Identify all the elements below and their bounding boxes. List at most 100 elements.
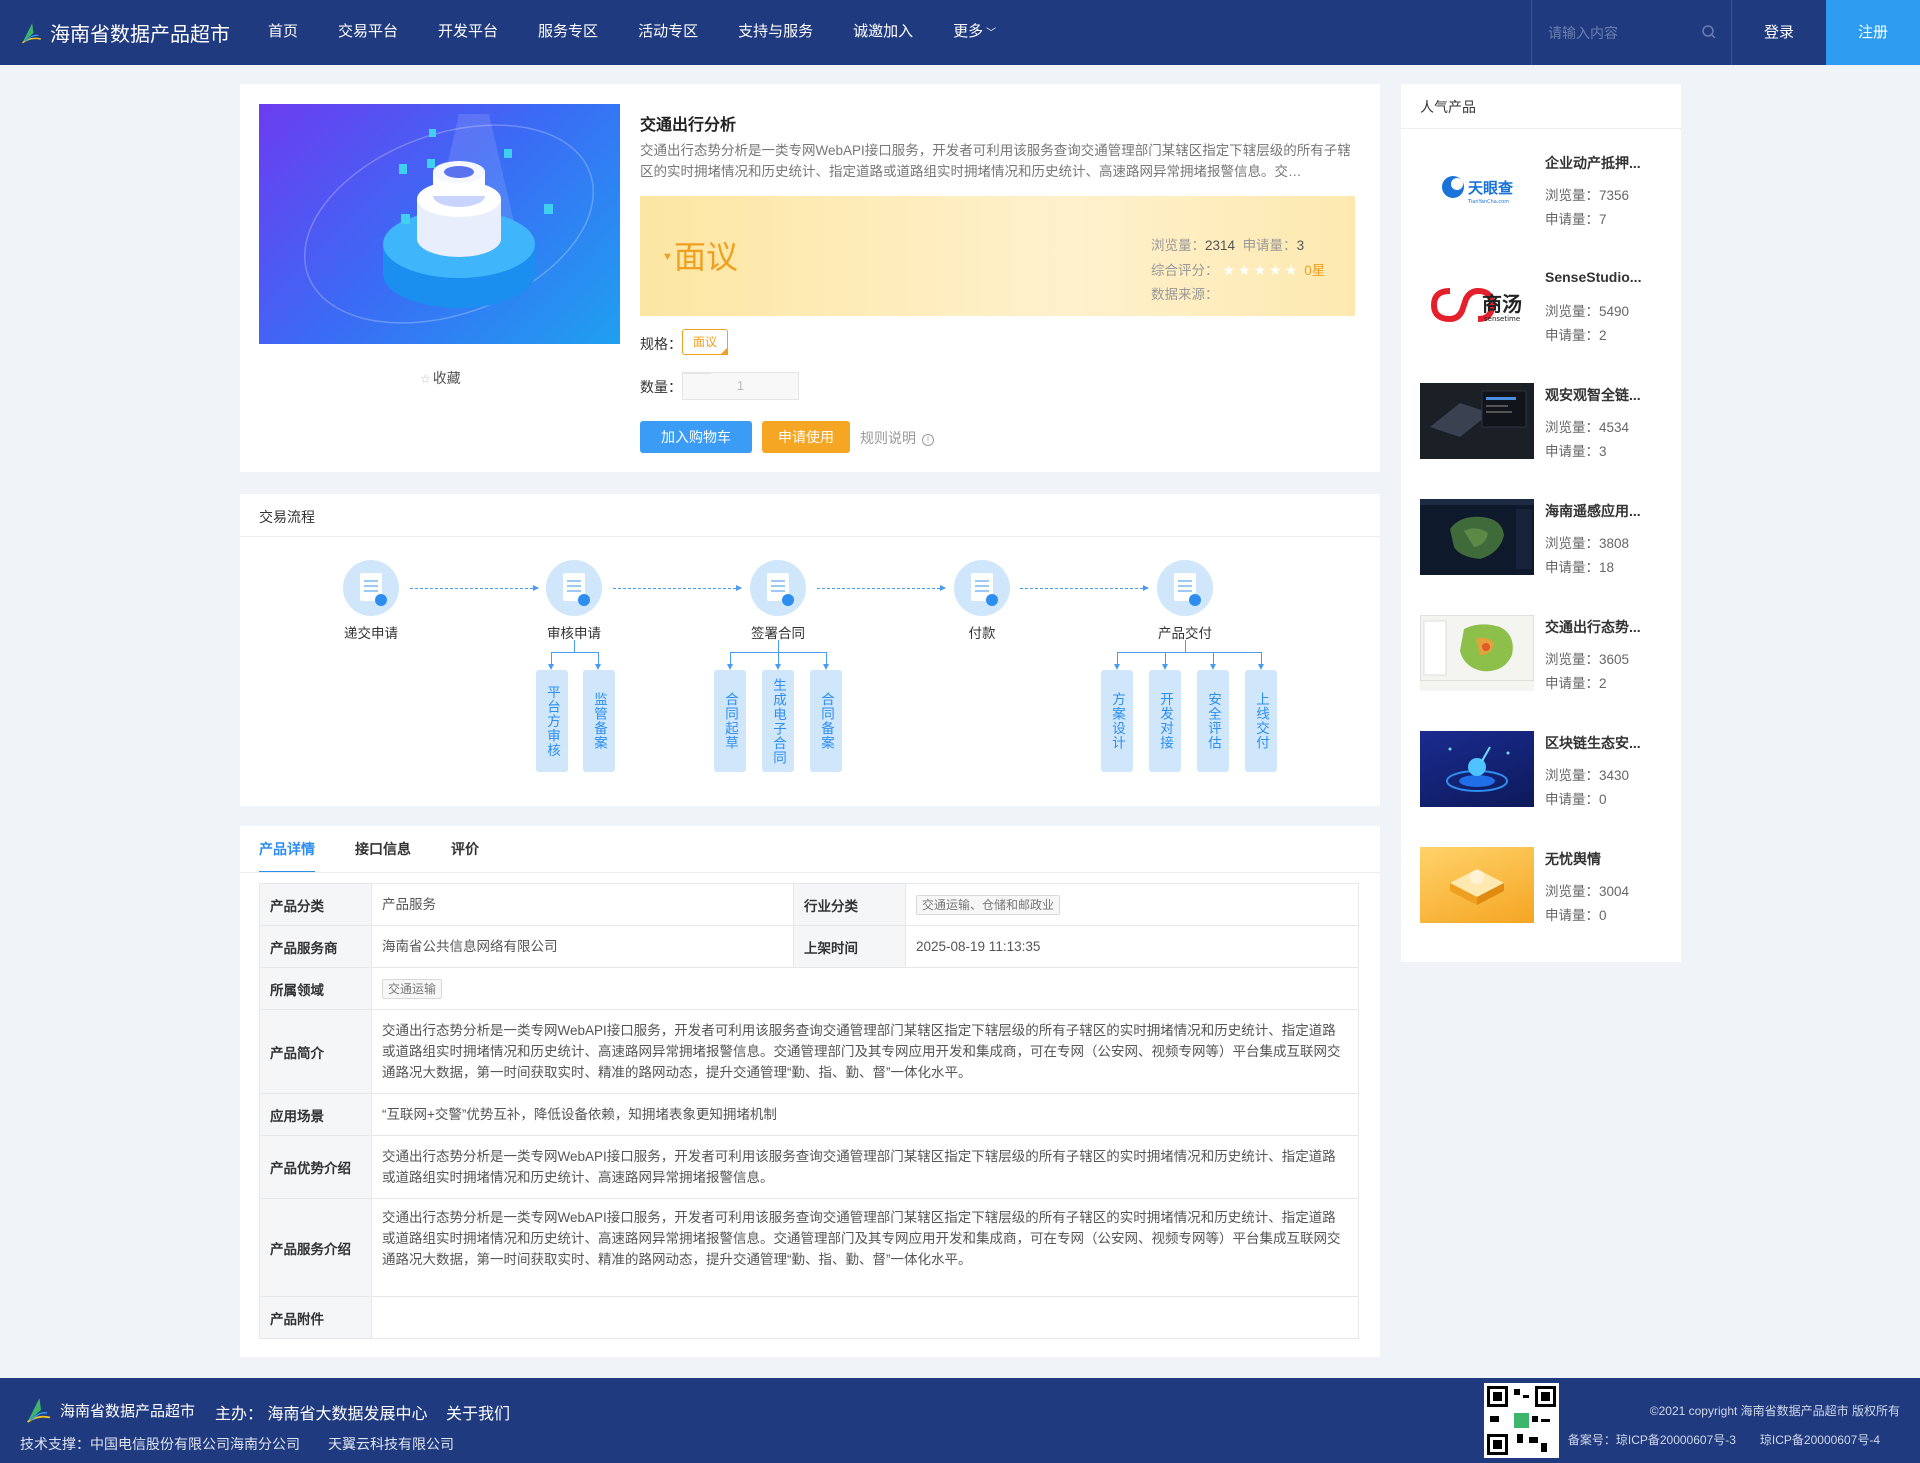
flow-step-contract: 签署合同 [728,560,828,642]
dashboard-screenshot-icon [1420,383,1534,443]
flow-arrow [410,585,539,591]
register-button[interactable]: 注册 [1826,0,1920,65]
product-applies: 申请量：2 [1545,672,1607,692]
popular-item[interactable]: 交通出行态势... 浏览量：3605 申请量：2 [1420,615,1670,695]
logo-text: 商汤 [1482,292,1522,316]
source-label: 数据来源： [1151,287,1219,302]
views-label: 浏览量： [1545,768,1599,783]
chevron-down-icon: ﹀ [986,28,997,39]
nav-service[interactable]: 服务专区 [518,0,618,66]
table-row: 应用场景 “互联网+交警”优势互补，降低设备依赖，知拥堵表象更知拥堵机制 [259,1093,1359,1136]
product-title: 交通出行分析 [640,117,737,134]
quantity-value[interactable]: 1 [683,373,798,399]
stats-row-1: 浏览量：2314 申请量：3 [1151,234,1325,258]
product-name: 观安观智全链... [1545,387,1641,403]
substep-solution-design: 方案设计 [1101,670,1133,772]
login-button[interactable]: 登录 [1733,0,1825,65]
nav-trade[interactable]: 交易平台 [318,0,418,66]
applies-label: 申请量： [1545,792,1599,807]
about-link[interactable]: 关于我们 [446,1400,510,1424]
popular-item[interactable]: 观安观智全链... 浏览量：4534 申请量：3 [1420,383,1670,463]
favorite-label: 收藏 [432,370,461,386]
tab-api-info[interactable]: 接口信息 [355,826,411,872]
icp-record: 备案号：琼ICP备20000607号-3 琼ICP备20000607号-4 [1567,1433,1880,1447]
product-thumbnail: 商汤 sensetime [1420,267,1534,343]
nav-dev[interactable]: 开发平台 [418,0,518,66]
tab-reviews[interactable]: 评价 [451,826,479,872]
product-detail-panel: 产品详情 接口信息 评价 产品分类 产品服务 行业分类 交通运输、仓储和邮政业 … [240,826,1380,1357]
product-name: 交通出行态势... [1545,619,1641,635]
product-image [259,104,620,344]
table-key: 产品简介 [259,1009,372,1094]
popular-item[interactable]: 区块链生态安... 浏览量：3430 申请量：0 [1420,731,1670,811]
substep-launch-delivery: 上线交付 [1245,670,1277,772]
popular-item[interactable]: 无忧舆情 浏览量：3004 申请量：0 [1420,847,1670,927]
price-box: ▼ 面议 浏览量：2314 申请量：3 综合评分： ★★★★★ 0星 数据来源： [640,196,1355,316]
table-key: 上架时间 [793,925,906,968]
table-value: 交通出行态势分析是一类专网WebAPI接口服务，开发者可利用该服务查询交通管理部… [371,1009,1359,1094]
applies-label: 申请量： [1545,560,1599,575]
submit-doc-icon [343,560,399,616]
views-value: 7356 [1599,188,1630,203]
product-views: 浏览量：4534 [1545,416,1629,436]
tab-product-detail[interactable]: 产品详情 [259,826,315,873]
table-row: 产品服务商 海南省公共信息网络有限公司 上架时间 2025-08-19 11:1… [259,925,1359,968]
table-key: 产品分类 [259,883,372,926]
nav-home[interactable]: 首页 [248,0,318,66]
rules-link[interactable]: 规则说明! [860,428,934,448]
island-map-icon [1420,499,1534,573]
applies-label: 申请量： [1545,908,1599,923]
flow-title: 交易流程 [259,509,315,525]
nav-join[interactable]: 诚邀加入 [833,0,933,66]
footer-brand[interactable]: 海南省数据产品超市 [24,1395,195,1425]
views-value: 3808 [1599,536,1630,551]
price-arrow-icon: ▼ [662,251,673,263]
step-label: 递交申请 [344,626,398,641]
step-label: 签署合同 [751,626,805,641]
product-name: 无忧舆情 [1545,851,1601,867]
spec-option[interactable]: 面议 [682,329,728,355]
substep-security-assessment: 安全评估 [1197,670,1229,772]
brand[interactable]: 海南省数据产品超市 [20,13,230,53]
nav-support[interactable]: 支持与服务 [718,0,833,66]
apply-button[interactable]: 申请使用 [762,421,850,453]
database-illustration [303,114,595,324]
quantity-stepper[interactable]: 1 [682,372,799,400]
trade-flow-panel: 交易流程 递交申请 审核申请 签署合同 付款 产品交付 平台方审核 监管备案 合… [240,494,1380,806]
step-label: 审核申请 [547,626,601,641]
footer: 海南省数据产品超市 主办： 海南省大数据发展中心 关于我们 技术支撑：中国电信股… [0,1378,1920,1463]
flow-step-review: 审核申请 [524,560,624,642]
substep-supervision-filing: 监管备案 [583,670,615,772]
stats-row-2: 综合评分： ★★★★★ 0星 [1151,258,1325,283]
table-row: 产品分类 产品服务 行业分类 交通运输、仓储和邮政业 [259,883,1359,926]
quantity-increase-button[interactable] [684,373,711,374]
views-label: 浏览量： [1545,420,1599,435]
applies-value: 3 [1296,238,1305,253]
table-key: 产品优势介绍 [259,1135,372,1199]
popular-item[interactable]: 海南遥感应用... 浏览量：3808 申请量：18 [1420,499,1670,579]
search-icon[interactable] [1701,24,1717,40]
product-name: SenseStudio... [1545,269,1642,285]
popular-products-sidebar: 人气产品 天眼查 TianYanCha.com 企业动产抵押... 浏览量：73… [1401,84,1681,962]
nav-activity[interactable]: 活动专区 [618,0,718,66]
popular-item[interactable]: 天眼查 TianYanCha.com 企业动产抵押... 浏览量：7356 申请… [1420,151,1670,231]
favorite-button[interactable]: ☆ 收藏 [420,368,461,388]
brand-title: 海南省数据产品超市 [50,24,230,46]
applies-value: 0 [1599,792,1607,807]
table-value: 海南省公共信息网络有限公司 [371,925,794,968]
views-value: 3605 [1599,652,1630,667]
search-input[interactable] [1548,24,1708,41]
footer-brand-title: 海南省数据产品超市 [60,1402,196,1420]
add-to-cart-button[interactable]: 加入购物车 [640,421,752,453]
substep-contract-draft: 合同起草 [714,670,746,772]
table-value [371,1296,1359,1339]
nav-more[interactable]: 更多 ﹀ [933,0,1016,66]
traffic-map-icon [1420,615,1534,682]
qr-code [1484,1383,1559,1458]
step-label: 付款 [968,626,996,641]
contract-doc-icon [750,560,806,616]
rules-label: 规则说明 [860,430,916,446]
popular-item[interactable]: 商汤 sensetime SenseStudio... 浏览量：5490 申请量… [1420,267,1670,347]
flow-step-delivery: 产品交付 [1135,560,1235,642]
main-nav: 首页 交易平台 开发平台 服务专区 活动专区 支持与服务 诚邀加入 更多 ﹀ [248,0,1016,66]
